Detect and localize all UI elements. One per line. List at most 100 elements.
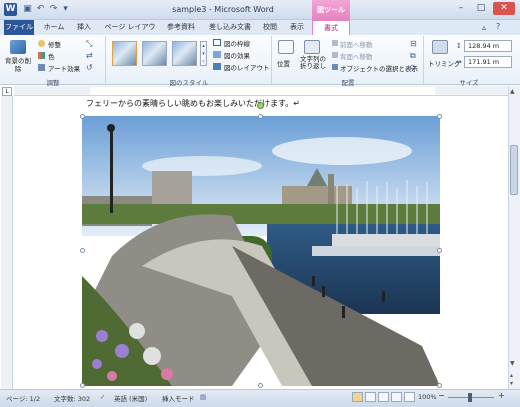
tab-format[interactable]: 書式 bbox=[312, 20, 350, 35]
position-icon bbox=[278, 40, 294, 54]
corrections-button[interactable]: 修整 bbox=[48, 39, 61, 49]
zoom-level[interactable]: 100% bbox=[418, 393, 437, 401]
art-effects-icon bbox=[38, 64, 45, 71]
maximize-button[interactable]: □ bbox=[472, 2, 490, 15]
word-logo-icon[interactable]: W bbox=[4, 3, 17, 16]
rotate-handle[interactable] bbox=[257, 102, 264, 109]
scroll-up-icon[interactable]: ▲ bbox=[510, 88, 515, 95]
tab-file[interactable]: ファイル bbox=[4, 20, 34, 35]
align-icon[interactable]: ⊟ bbox=[410, 39, 417, 48]
color-icon bbox=[38, 52, 45, 59]
reset-picture-icon[interactable]: ↺ bbox=[86, 63, 93, 72]
close-button[interactable]: ✕ bbox=[493, 2, 515, 15]
height-icon: ↕ bbox=[456, 42, 462, 50]
color-button[interactable]: 色 bbox=[48, 51, 55, 61]
picture-tools-context-title: 図ツール bbox=[312, 0, 350, 20]
width-icon: ↔ bbox=[456, 58, 462, 66]
selection-pane-icon bbox=[332, 64, 338, 70]
undo-icon[interactable]: ↶ bbox=[35, 4, 46, 15]
picture-style-thumb[interactable] bbox=[172, 41, 197, 66]
save-icon[interactable]: ▣ bbox=[22, 4, 33, 15]
minimize-button[interactable]: – bbox=[452, 2, 470, 15]
tab-selector-icon[interactable]: L bbox=[2, 87, 12, 96]
resize-handle[interactable] bbox=[437, 383, 442, 388]
resize-handle[interactable] bbox=[80, 383, 85, 388]
tab-review[interactable]: 校閲 bbox=[260, 20, 280, 35]
selection-pane-button[interactable]: オブジェクトの選択と表示 bbox=[340, 63, 418, 73]
height-input[interactable]: 128.94 m bbox=[464, 40, 512, 52]
resize-handle[interactable] bbox=[258, 383, 263, 388]
corrections-icon bbox=[38, 40, 45, 47]
crop-icon bbox=[432, 40, 448, 54]
position-button[interactable]: 位置 bbox=[277, 58, 290, 68]
previous-page-icon[interactable]: ▴ bbox=[510, 372, 513, 379]
tab-view[interactable]: 表示 bbox=[286, 20, 308, 35]
picture-effects-icon bbox=[213, 51, 221, 58]
next-page-icon[interactable]: ▾ bbox=[510, 380, 513, 387]
send-backward-button[interactable]: 背面へ移動 bbox=[340, 51, 373, 61]
group-icon[interactable]: ⧉ bbox=[410, 51, 416, 61]
picture-border-button[interactable]: 図の枠線 bbox=[224, 38, 250, 48]
zoom-out-button[interactable]: − bbox=[438, 391, 445, 400]
picture-effects-button[interactable]: 図の効果 bbox=[224, 50, 250, 60]
resize-handle[interactable] bbox=[80, 248, 85, 253]
document-photo[interactable] bbox=[82, 116, 440, 386]
remove-background-button[interactable]: 背景の削除 bbox=[4, 57, 32, 73]
picture-style-thumb[interactable] bbox=[112, 41, 137, 66]
window-title: sample3 - Microsoft Word bbox=[172, 5, 274, 14]
redo-icon[interactable]: ↷ bbox=[48, 4, 59, 15]
help-icon[interactable]: ? bbox=[496, 22, 500, 31]
compress-pictures-icon[interactable]: ⤡ bbox=[86, 39, 92, 49]
styles-more-icon[interactable]: ▴ ▾ ▿ bbox=[200, 41, 207, 66]
vertical-ruler[interactable] bbox=[1, 96, 13, 389]
qat-customize-icon[interactable]: ▾ bbox=[60, 4, 71, 15]
picture-style-thumb[interactable] bbox=[142, 41, 167, 66]
document-paragraph[interactable]: フェリーからの素晴らしい眺めもお楽しみいただけます。↵ bbox=[86, 98, 300, 109]
picture-border-icon bbox=[213, 39, 221, 46]
outline-view-button[interactable] bbox=[391, 392, 402, 402]
picture-layout-icon bbox=[213, 63, 221, 70]
send-backward-icon bbox=[332, 52, 338, 58]
word-count[interactable]: 文字数: 302 bbox=[54, 393, 90, 403]
insert-mode-indicator[interactable]: 挿入モード bbox=[162, 393, 195, 403]
tab-home[interactable]: ホーム bbox=[42, 20, 66, 35]
rotate-icon[interactable]: ⟳ bbox=[410, 63, 417, 72]
tab-insert[interactable]: 挿入 bbox=[74, 20, 94, 35]
proofing-icon[interactable]: ✓ bbox=[100, 393, 105, 401]
vertical-scrollbar[interactable] bbox=[508, 86, 520, 389]
resize-handle[interactable] bbox=[258, 114, 263, 119]
photo-harbor-image bbox=[82, 116, 440, 386]
draft-view-button[interactable] bbox=[404, 392, 415, 402]
arrange-group-label: 配置 bbox=[341, 79, 355, 87]
web-layout-view-button[interactable] bbox=[378, 392, 389, 402]
tab-page-layout[interactable]: ページ レイアウト bbox=[102, 20, 158, 46]
picture-layout-button[interactable]: 図のレイアウト bbox=[224, 62, 270, 72]
picture-styles-group-label: 図のスタイル bbox=[169, 79, 209, 87]
adjust-group-label: 調整 bbox=[46, 79, 60, 87]
scroll-down-icon[interactable]: ▼ bbox=[510, 360, 515, 367]
width-input[interactable]: 171.91 m bbox=[464, 56, 512, 68]
print-layout-view-button[interactable] bbox=[352, 392, 363, 402]
art-effects-button[interactable]: アート効果 bbox=[48, 63, 80, 73]
zoom-slider-thumb[interactable] bbox=[468, 393, 472, 402]
ruler-text-area bbox=[90, 87, 435, 95]
remove-background-icon bbox=[10, 40, 26, 54]
wrap-text-button[interactable]: 文字列の折り返し bbox=[298, 56, 328, 70]
resize-handle[interactable] bbox=[80, 114, 85, 119]
resize-handle[interactable] bbox=[437, 248, 442, 253]
zoom-in-button[interactable]: + bbox=[498, 391, 505, 400]
page-count[interactable]: ページ: 1/2 bbox=[6, 393, 40, 403]
resize-handle[interactable] bbox=[437, 114, 442, 119]
wrap-text-icon bbox=[304, 40, 320, 54]
bring-forward-icon bbox=[332, 40, 338, 46]
macro-icon[interactable]: ▤ bbox=[200, 393, 206, 401]
ribbon-minimize-icon[interactable]: ▵ bbox=[482, 23, 486, 32]
change-picture-icon[interactable]: ⇄ bbox=[86, 51, 93, 60]
scrollbar-thumb[interactable] bbox=[510, 145, 518, 195]
size-group-label: サイズ bbox=[459, 79, 479, 87]
bring-forward-button[interactable]: 前面へ移動 bbox=[340, 39, 373, 49]
tab-mailings[interactable]: 差し込み文書 bbox=[206, 20, 254, 35]
language-indicator[interactable]: 英語 (米国) bbox=[114, 393, 147, 403]
full-screen-view-button[interactable] bbox=[365, 392, 376, 402]
tab-references[interactable]: 参考資料 bbox=[164, 20, 198, 35]
